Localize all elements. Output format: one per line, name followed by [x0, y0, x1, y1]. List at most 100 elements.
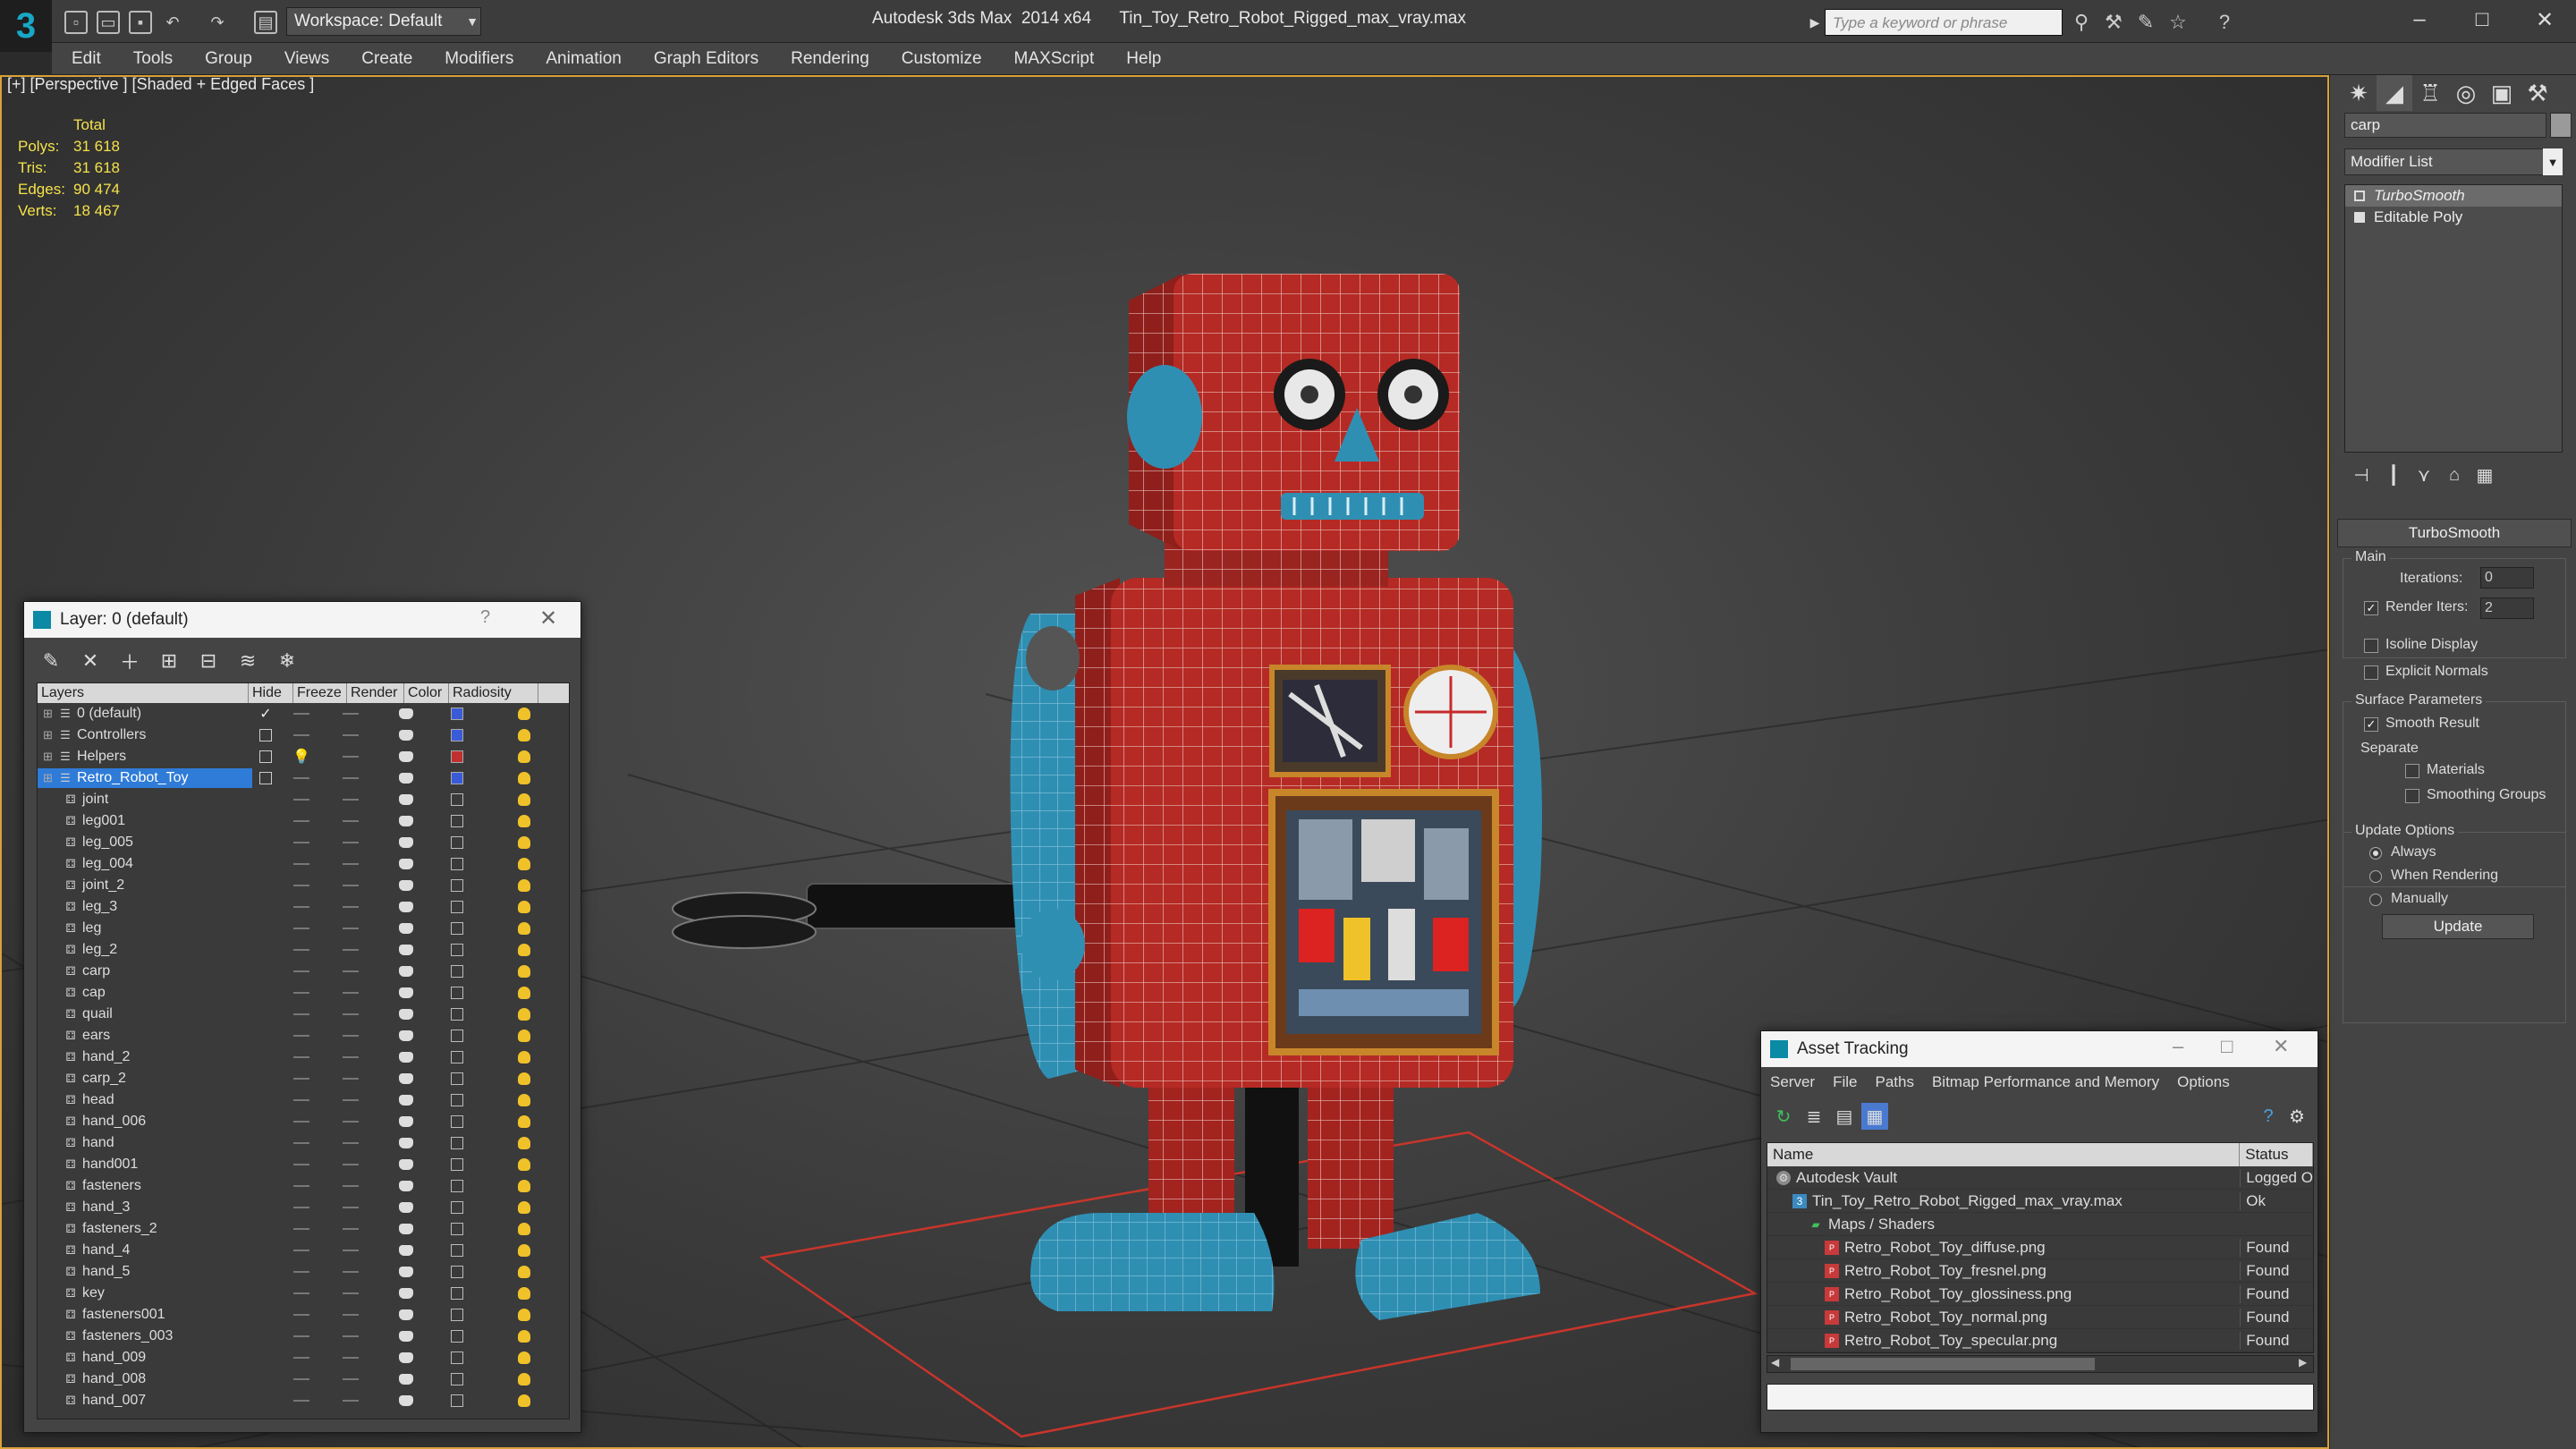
color-cell[interactable] — [435, 772, 479, 784]
radiosity-bulb-icon[interactable] — [518, 1352, 530, 1364]
freeze-cell[interactable] — [324, 1121, 377, 1123]
hide-cell[interactable] — [279, 1207, 324, 1208]
search-input[interactable]: Type a keyword or phrase — [1825, 9, 2063, 36]
layer-row[interactable]: ⚃ key — [38, 1283, 569, 1304]
create-tab-icon[interactable]: ✷ — [2341, 75, 2377, 111]
configure-sets-icon[interactable]: ▦ — [2471, 462, 2498, 488]
radiosity-cell[interactable] — [479, 1330, 569, 1343]
set-current-checkbox[interactable] — [259, 772, 272, 784]
hide-cell[interactable] — [279, 1228, 324, 1230]
layer-row[interactable]: ⚃ leg_2 — [38, 939, 569, 961]
layer-row[interactable]: ⚃ hand_3 — [38, 1197, 569, 1218]
layer-dialog-title[interactable]: Layer: 0 (default) — [24, 602, 580, 638]
layer-name-cell[interactable]: ⚃ hand_008 — [38, 1369, 252, 1389]
layer-row[interactable]: ⚃ hand — [38, 1132, 569, 1154]
color-cell[interactable] — [435, 1008, 479, 1021]
radiosity-bulb-icon[interactable] — [518, 729, 530, 741]
object-color-swatch[interactable] — [2550, 113, 2572, 138]
render-cell[interactable] — [377, 1374, 435, 1385]
checkmark-icon[interactable]: ✓ — [259, 705, 271, 723]
radiosity-cell[interactable] — [479, 1309, 569, 1321]
freeze-cell[interactable] — [324, 777, 377, 779]
radiosity-bulb-icon[interactable] — [518, 1201, 530, 1214]
freeze-toggle[interactable] — [343, 1314, 359, 1316]
radiosity-bulb-icon[interactable] — [518, 1373, 530, 1385]
render-cell[interactable] — [377, 1202, 435, 1213]
layer-row[interactable]: ⚃ hand_007 — [38, 1390, 569, 1411]
color-cell[interactable] — [435, 1287, 479, 1300]
object-color-swatch[interactable] — [451, 1115, 463, 1128]
hide-cell[interactable] — [279, 928, 324, 929]
render-cell[interactable] — [377, 1352, 435, 1363]
hide-cell[interactable] — [279, 1142, 324, 1144]
render-cell[interactable] — [377, 816, 435, 826]
hide-toggle[interactable] — [293, 1142, 309, 1144]
col-layers[interactable]: Layers — [38, 683, 249, 703]
color-cell[interactable] — [435, 987, 479, 999]
radiosity-cell[interactable] — [479, 1030, 569, 1042]
render-cell[interactable] — [377, 1116, 435, 1127]
menu-tools[interactable]: Tools — [133, 49, 173, 69]
layer-color-swatch[interactable] — [451, 708, 463, 720]
layer-name-cell[interactable]: ⚃ leg_005 — [38, 833, 252, 852]
radiosity-bulb-icon[interactable] — [518, 879, 530, 892]
radiosity-cell[interactable] — [479, 772, 569, 784]
freeze-toggle[interactable] — [343, 1207, 359, 1208]
radiosity-bulb-icon[interactable] — [518, 1158, 530, 1171]
hide-toggle[interactable] — [293, 863, 309, 865]
highlight-layer-icon[interactable]: ⊟ — [194, 647, 223, 675]
teapot-icon[interactable] — [399, 837, 413, 848]
hide-cell[interactable] — [279, 1078, 324, 1080]
hide-toggle[interactable] — [293, 842, 309, 843]
layer-row[interactable]: ⚃ hand_006 — [38, 1111, 569, 1132]
stack-item-editable-poly[interactable]: Editable Poly — [2345, 207, 2562, 228]
modify-tab-icon[interactable]: ◢ — [2377, 75, 2412, 111]
freeze-cell[interactable] — [324, 713, 377, 715]
hide-toggle[interactable] — [293, 928, 309, 929]
freeze-toggle[interactable] — [343, 1250, 359, 1251]
layer-name-cell[interactable]: ⊞ ☰ Retro_Robot_Toy — [38, 768, 252, 788]
teapot-icon[interactable] — [399, 1267, 413, 1277]
stack-item-turbosmooth[interactable]: TurboSmooth — [2345, 185, 2562, 207]
freeze-cell[interactable] — [324, 885, 377, 886]
object-color-swatch[interactable] — [451, 1094, 463, 1106]
color-cell[interactable] — [435, 1373, 479, 1385]
current-layer-cell[interactable] — [252, 750, 279, 763]
radiosity-cell[interactable] — [479, 858, 569, 870]
layer-row[interactable]: ⚃ leg_005 — [38, 832, 569, 853]
settings-icon[interactable]: ⚙ — [2284, 1103, 2310, 1130]
layer-name-cell[interactable]: ⊞ ☰ Controllers — [38, 725, 252, 745]
create-layer-icon[interactable]: ✎ — [37, 647, 65, 675]
hide-toggle[interactable] — [293, 1013, 309, 1015]
freeze-toggle[interactable] — [343, 1121, 359, 1123]
object-color-swatch[interactable] — [451, 1330, 463, 1343]
object-color-swatch[interactable] — [451, 1137, 463, 1149]
radiosity-cell[interactable] — [479, 1201, 569, 1214]
layer-color-swatch[interactable] — [451, 772, 463, 784]
freeze-toggle[interactable] — [343, 885, 359, 886]
hide-cell[interactable] — [279, 777, 324, 779]
freeze-cell[interactable] — [324, 1164, 377, 1165]
radiosity-bulb-icon[interactable] — [518, 1094, 530, 1106]
color-cell[interactable] — [435, 1244, 479, 1257]
freeze-toggle[interactable] — [343, 863, 359, 865]
render-cell[interactable] — [377, 902, 435, 912]
radiosity-cell[interactable] — [479, 1352, 569, 1364]
col-freeze[interactable]: Freeze — [293, 683, 347, 703]
radiosity-cell[interactable] — [479, 793, 569, 806]
hide-toggle[interactable] — [293, 1099, 309, 1101]
radiosity-cell[interactable] — [479, 750, 569, 763]
layer-name-cell[interactable]: ⚃ joint — [38, 790, 252, 809]
layer-row[interactable]: ⚃ leg001 — [38, 810, 569, 832]
hide-cell[interactable] — [279, 799, 324, 801]
minimize-icon[interactable]: – — [2388, 2, 2451, 38]
smooth-result-checkbox[interactable]: ✓ — [2364, 717, 2378, 732]
freeze-cell[interactable] — [324, 820, 377, 822]
set-current-checkbox[interactable] — [259, 729, 272, 741]
render-cell[interactable] — [377, 730, 435, 741]
update-manually-radio[interactable] — [2369, 894, 2382, 906]
menu-group[interactable]: Group — [205, 49, 252, 69]
radiosity-bulb-icon[interactable] — [518, 858, 530, 870]
object-color-swatch[interactable] — [451, 901, 463, 913]
freeze-toggle[interactable] — [343, 906, 359, 908]
